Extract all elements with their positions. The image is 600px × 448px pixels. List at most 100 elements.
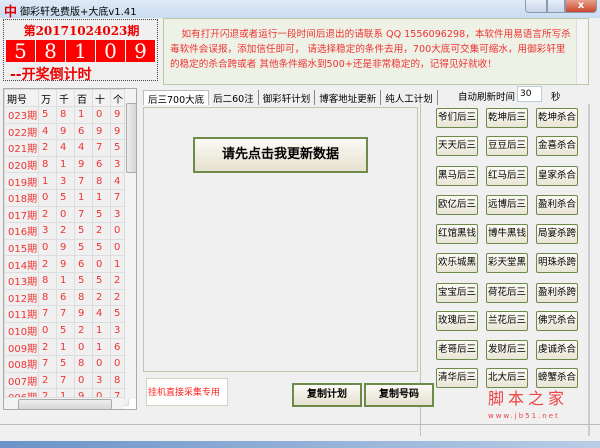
digit-cell: 6 bbox=[74, 255, 93, 273]
period-cell: 021期 bbox=[4, 139, 39, 157]
draw-result-panel: 第20171024023期 5 8 1 0 9 --开奖倒计时 bbox=[3, 19, 158, 83]
app-logo-icon: 中 bbox=[4, 5, 18, 20]
digit: 1 bbox=[66, 40, 95, 62]
notice-textbox[interactable]: 如有打开闪退或者运行一段时间后退出的请联系 QQ 1556096298，本软件用… bbox=[163, 18, 589, 85]
collect-textbox[interactable]: 挂机直接采集专用 bbox=[146, 378, 228, 406]
digit-cell: 3 bbox=[56, 172, 75, 190]
plan-button[interactable]: 欢乐城黑 bbox=[436, 253, 478, 273]
scroll-thumb[interactable] bbox=[126, 103, 136, 173]
table-row[interactable]: 023期 5 8 1 0 9 bbox=[4, 106, 129, 124]
table-row[interactable]: 008期 7 5 8 0 0 bbox=[4, 354, 129, 373]
table-row[interactable]: 011期 7 7 9 4 5 bbox=[4, 305, 129, 323]
period-cell: 018期 bbox=[4, 188, 39, 207]
table-row[interactable]: 010期 0 5 2 1 3 bbox=[4, 321, 129, 340]
digit-cell: 4 bbox=[74, 139, 93, 157]
close-button[interactable]: x bbox=[565, 0, 597, 13]
table-row[interactable]: 020期 8 1 9 6 3 bbox=[4, 155, 129, 174]
digit-cell: 5 bbox=[38, 106, 57, 124]
copy-plan-button[interactable]: 复制计划 bbox=[292, 383, 362, 407]
digit-cell: 5 bbox=[56, 321, 75, 340]
digit-cell: 5 bbox=[74, 238, 93, 257]
table-row[interactable]: 013期 8 1 5 5 2 bbox=[4, 271, 129, 290]
period-cell: 007期 bbox=[4, 371, 39, 390]
table-row[interactable]: 017期 2 0 7 5 3 bbox=[4, 205, 129, 224]
minimize-button[interactable] bbox=[525, 0, 547, 13]
plan-button[interactable]: 乾坤杀合 bbox=[536, 108, 578, 128]
vertical-scrollbar[interactable] bbox=[124, 89, 136, 399]
digit-cell: 9 bbox=[56, 122, 75, 141]
plan-button[interactable]: 天天后三 bbox=[436, 136, 478, 156]
table-row[interactable]: 022期 4 9 6 9 9 bbox=[4, 122, 129, 141]
plan-button[interactable]: 清华后三 bbox=[436, 368, 478, 388]
digit-cell: 2 bbox=[38, 338, 57, 356]
plan-button[interactable]: 明珠杀跨 bbox=[536, 253, 578, 273]
plan-button[interactable]: 乾坤后三 bbox=[486, 108, 528, 128]
plan-button[interactable]: 盈利杀跨 bbox=[536, 283, 578, 303]
column-header[interactable]: 百 bbox=[74, 89, 93, 107]
column-header[interactable]: 十 bbox=[92, 89, 111, 107]
plan-button[interactable]: 宝宝后三 bbox=[436, 283, 478, 303]
table-row[interactable]: 009期 2 1 0 1 6 bbox=[4, 338, 129, 356]
plan-button[interactable]: 博牛黑钱 bbox=[486, 224, 528, 244]
maximize-button[interactable] bbox=[547, 0, 565, 13]
plan-button[interactable]: 黑马后三 bbox=[436, 166, 478, 186]
table-row[interactable]: 021期 2 4 4 7 5 bbox=[4, 139, 129, 157]
digit-cell: 0 bbox=[38, 188, 57, 207]
plan-button[interactable]: 欧亿后三 bbox=[436, 195, 478, 215]
plan-button[interactable]: 红馆黑钱 bbox=[436, 224, 478, 244]
tab-back2-60[interactable]: 后二60注 bbox=[209, 90, 259, 105]
plan-button[interactable]: 虔诚杀合 bbox=[536, 340, 578, 360]
digit-cell: 1 bbox=[56, 338, 75, 356]
digit-cell: 0 bbox=[56, 205, 75, 224]
table-row[interactable]: 014期 2 9 6 0 1 bbox=[4, 255, 129, 273]
digit-cell: 8 bbox=[74, 288, 93, 307]
plan-button[interactable]: 远博后三 bbox=[486, 195, 528, 215]
column-header[interactable]: 期号 bbox=[4, 89, 39, 107]
refresh-interval-input[interactable]: 30 bbox=[517, 86, 542, 102]
plan-button[interactable]: 兰花后三 bbox=[486, 311, 528, 331]
column-header[interactable]: 千 bbox=[56, 89, 75, 107]
table-row[interactable]: 012期 8 6 8 2 2 bbox=[4, 288, 129, 307]
plan-button[interactable]: 爷们后三 bbox=[436, 108, 478, 128]
digit-cell: 9 bbox=[56, 255, 75, 273]
tab-manual-plan[interactable]: 纯人工计划 bbox=[381, 90, 438, 105]
plan-button[interactable]: 盈利杀合 bbox=[536, 195, 578, 215]
digit-cell: 1 bbox=[92, 321, 111, 340]
plan-button[interactable]: 局宴杀跨 bbox=[536, 224, 578, 244]
plan-button[interactable]: 佛咒杀合 bbox=[536, 311, 578, 331]
table-row[interactable]: 015期 0 9 5 5 0 bbox=[4, 238, 129, 257]
table-row[interactable]: 019期 1 3 7 8 4 bbox=[4, 172, 129, 190]
scroll-thumb[interactable] bbox=[18, 399, 112, 409]
plan-button[interactable]: 发财后三 bbox=[486, 340, 528, 360]
tab-back3-700[interactable]: 后三700大底 bbox=[143, 90, 210, 106]
window-title: 御彩轩免费版+大底v1.41 bbox=[20, 7, 137, 18]
plan-button[interactable]: 螃蟹杀合 bbox=[536, 368, 578, 388]
digit-cell: 4 bbox=[92, 305, 111, 323]
update-data-button[interactable]: 请先点击我更新数据 bbox=[193, 137, 368, 173]
digit-cell: 9 bbox=[92, 122, 111, 141]
plan-button[interactable]: 皇家杀合 bbox=[536, 166, 578, 186]
plan-button[interactable]: 红马后三 bbox=[486, 166, 528, 186]
tab-yucaixuan-plan[interactable]: 御彩轩计划 bbox=[259, 90, 316, 105]
digit: 5 bbox=[6, 40, 35, 62]
digit-cell: 8 bbox=[92, 172, 111, 190]
digit-cell: 0 bbox=[92, 354, 111, 373]
plan-button[interactable]: 豆豆后三 bbox=[486, 136, 528, 156]
tab-blog-update[interactable]: 博客地址更新 bbox=[315, 90, 382, 105]
plan-button[interactable]: 北大后三 bbox=[486, 368, 528, 388]
period-cell: 020期 bbox=[4, 155, 39, 174]
digit-cell: 7 bbox=[92, 139, 111, 157]
digit-cell: 1 bbox=[92, 188, 111, 207]
plan-button[interactable]: 老哥后三 bbox=[436, 340, 478, 360]
plan-button[interactable]: 荷花后三 bbox=[486, 283, 528, 303]
table-row[interactable]: 016期 3 2 5 2 0 bbox=[4, 222, 129, 240]
column-header[interactable]: 万 bbox=[38, 89, 57, 107]
copy-numbers-button[interactable]: 复制号码 bbox=[364, 383, 434, 407]
horizontal-scrollbar[interactable] bbox=[4, 397, 124, 409]
notice-scrollbar[interactable] bbox=[576, 19, 588, 84]
plan-button[interactable]: 玫瑰后三 bbox=[436, 311, 478, 331]
plan-button[interactable]: 彩天堂黑 bbox=[486, 253, 528, 273]
plan-button[interactable]: 金喜杀合 bbox=[536, 136, 578, 156]
table-row[interactable]: 018期 0 5 1 1 7 bbox=[4, 188, 129, 207]
table-row[interactable]: 007期 2 7 0 3 8 bbox=[4, 371, 129, 390]
